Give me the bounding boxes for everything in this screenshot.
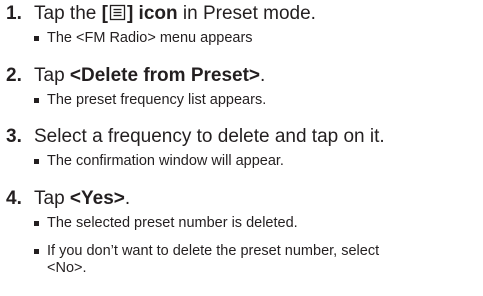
step-number: 4. xyxy=(6,188,22,209)
step-1-text: 1. Tap the [ ] icon in Preset mode. xyxy=(6,3,316,25)
step-2-text: 2. Tap <Delete from Preset>. xyxy=(6,65,265,87)
bracket-open: [ xyxy=(101,3,108,24)
bullet-icon xyxy=(34,98,39,103)
yes-label: <Yes> xyxy=(69,188,125,209)
list-menu-icon xyxy=(109,4,126,21)
step-4-note-1: The selected preset number is deleted. xyxy=(34,215,298,232)
step-4-post: . xyxy=(124,188,131,209)
step-4-note-2: If you don’t want to delete the preset n… xyxy=(34,243,379,277)
step-number: 2. xyxy=(6,65,22,86)
note-text-continued: <No>. xyxy=(47,260,87,276)
step-3-text: 3. Select a frequency to delete and tap o… xyxy=(6,126,385,148)
step-2-note: The preset frequency list appears. xyxy=(34,92,266,109)
bullet-icon xyxy=(34,36,39,41)
bracket-close-icon-label: ] icon xyxy=(126,3,178,24)
note-text: The confirmation window will appear. xyxy=(47,153,284,169)
step-2-post: . xyxy=(260,65,266,86)
delete-from-preset-label: <Delete from Preset> xyxy=(69,65,261,86)
step-4-pre: Tap xyxy=(34,188,70,209)
step-3-note: The confirmation window will appear. xyxy=(34,153,284,170)
step-number: 3. xyxy=(6,126,22,147)
note-text: The selected preset number is deleted. xyxy=(47,215,298,231)
bullet-icon xyxy=(34,221,39,226)
step-3-body: Select a frequency to delete and tap on … xyxy=(34,126,385,147)
note-text: The preset frequency list appears. xyxy=(47,92,267,108)
step-1-post: in Preset mode. xyxy=(177,3,316,24)
bullet-icon xyxy=(34,159,39,164)
step-1-pre: Tap the xyxy=(34,3,102,24)
bullet-icon xyxy=(34,249,39,254)
step-1-note: The <FM Radio> menu appears xyxy=(34,30,253,47)
note-text: If you don’t want to delete the preset n… xyxy=(47,243,380,259)
note-text: The <FM Radio> menu appears xyxy=(47,30,253,46)
step-2-pre: Tap xyxy=(34,65,70,86)
step-number: 1. xyxy=(6,3,22,24)
step-4-text: 4. Tap <Yes>. xyxy=(6,188,130,210)
